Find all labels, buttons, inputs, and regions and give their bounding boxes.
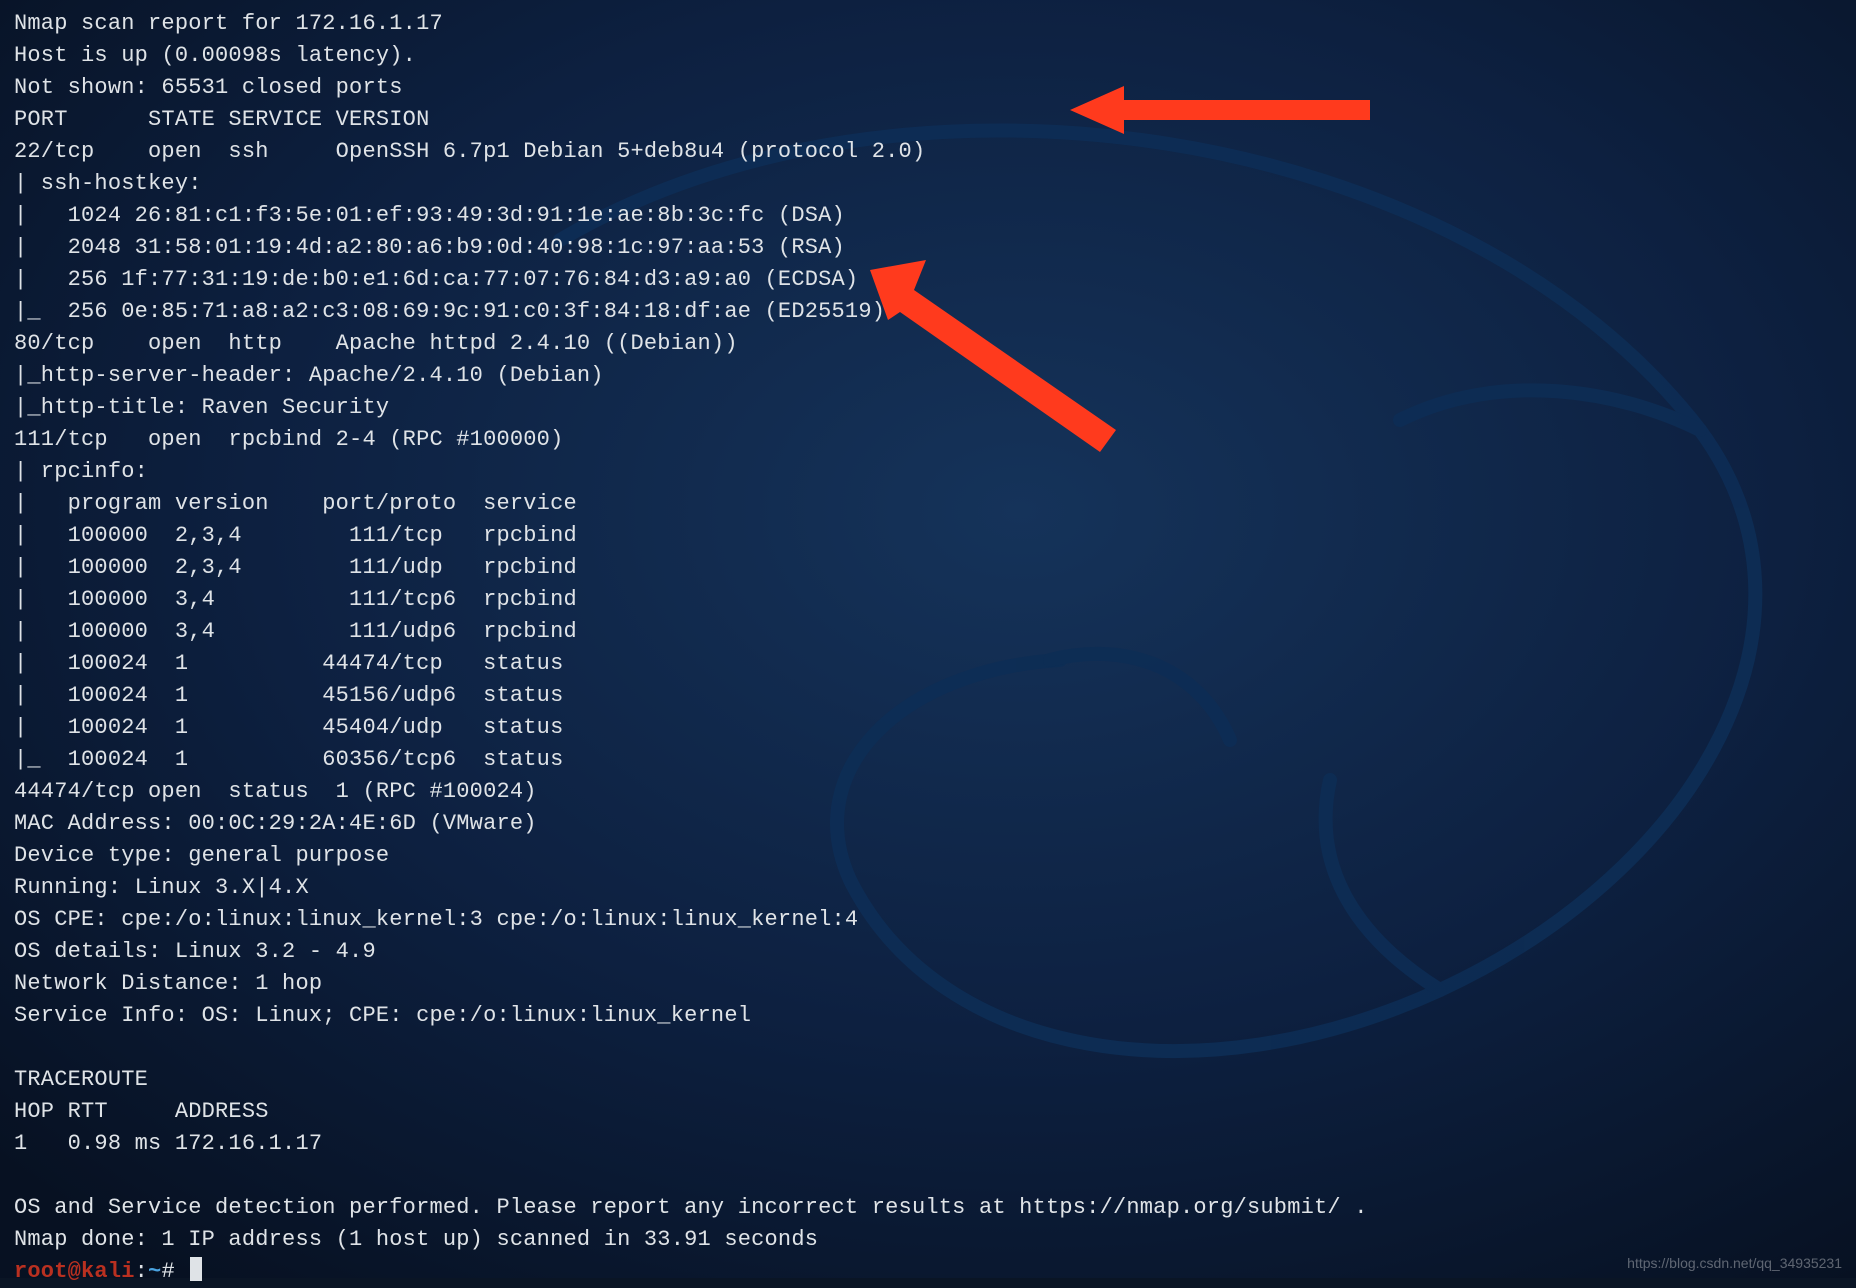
rpc-row-2: | 100000 3,4 111/tcp6 rpcbind xyxy=(14,587,577,612)
rpc-row-4: | 100024 1 44474/tcp status xyxy=(14,651,564,676)
nmap-header: Nmap scan report for 172.16.1.17 xyxy=(14,11,443,36)
ssh-key-ed25519: |_ 256 0e:85:71:a8:a2:c3:08:69:9c:91:c0:… xyxy=(14,299,885,324)
service-info: Service Info: OS: Linux; CPE: cpe:/o:lin… xyxy=(14,1003,751,1028)
rpc-row-6: | 100024 1 45404/udp status xyxy=(14,715,564,740)
os-details: OS details: Linux 3.2 - 4.9 xyxy=(14,939,376,964)
rpc-row-7: |_ 100024 1 60356/tcp6 status xyxy=(14,747,564,772)
os-cpe: OS CPE: cpe:/o:linux:linux_kernel:3 cpe:… xyxy=(14,907,858,932)
ssh-key-dsa: | 1024 26:81:c1:f3:5e:01:ef:93:49:3d:91:… xyxy=(14,203,845,228)
ssh-key-rsa: | 2048 31:58:01:19:4d:a2:80:a6:b9:0d:40:… xyxy=(14,235,845,260)
traceroute-cols: HOP RTT ADDRESS xyxy=(14,1099,269,1124)
port-rpcbind: 111/tcp open rpcbind 2-4 (RPC #100000) xyxy=(14,427,564,452)
rpc-row-5: | 100024 1 45156/udp6 status xyxy=(14,683,564,708)
shell-prompt[interactable]: root@kali:~# xyxy=(14,1259,202,1284)
rpc-row-0: | 100000 2,3,4 111/tcp rpcbind xyxy=(14,523,577,548)
http-title: |_http-title: Raven Security xyxy=(14,395,389,420)
prompt-colon: : xyxy=(135,1259,148,1284)
prompt-hash: # xyxy=(161,1259,174,1284)
rpc-row-1: | 100000 2,3,4 111/udp rpcbind xyxy=(14,555,577,580)
footer-2: Nmap done: 1 IP address (1 host up) scan… xyxy=(14,1227,818,1252)
ports-notshown: Not shown: 65531 closed ports xyxy=(14,75,403,100)
cursor-icon xyxy=(190,1257,202,1281)
running: Running: Linux 3.X|4.X xyxy=(14,875,309,900)
port-http: 80/tcp open http Apache httpd 2.4.10 ((D… xyxy=(14,331,738,356)
traceroute-header: TRACEROUTE xyxy=(14,1067,148,1092)
host-status: Host is up (0.00098s latency). xyxy=(14,43,416,68)
rpc-row-3: | 100000 3,4 111/udp6 rpcbind xyxy=(14,619,577,644)
port-ssh: 22/tcp open ssh OpenSSH 6.7p1 Debian 5+d… xyxy=(14,139,925,164)
watermark: https://blog.csdn.net/qq_34935231 xyxy=(1627,1256,1842,1270)
prompt-user: root xyxy=(14,1259,68,1284)
port-status: 44474/tcp open status 1 (RPC #100024) xyxy=(14,779,537,804)
terminal-area[interactable]: Nmap scan report for 172.16.1.17 Host is… xyxy=(14,8,1842,1288)
device-type: Device type: general purpose xyxy=(14,843,389,868)
rpcinfo-cols: | program version port/proto service xyxy=(14,491,577,516)
prompt-host: kali xyxy=(81,1259,135,1284)
footer-1: OS and Service detection performed. Plea… xyxy=(14,1195,1368,1220)
network-distance: Network Distance: 1 hop xyxy=(14,971,322,996)
prompt-path: ~ xyxy=(148,1259,161,1284)
ssh-hostkey-header: | ssh-hostkey: xyxy=(14,171,202,196)
traceroute-row: 1 0.98 ms 172.16.1.17 xyxy=(14,1131,322,1156)
rpcinfo-header: | rpcinfo: xyxy=(14,459,148,484)
ssh-key-ecdsa: | 256 1f:77:31:19:de:b0:e1:6d:ca:77:07:7… xyxy=(14,267,858,292)
mac-address: MAC Address: 00:0C:29:2A:4E:6D (VMware) xyxy=(14,811,537,836)
ports-header: PORT STATE SERVICE VERSION xyxy=(14,107,429,132)
prompt-at: @ xyxy=(68,1259,81,1284)
http-server-header: |_http-server-header: Apache/2.4.10 (Deb… xyxy=(14,363,604,388)
